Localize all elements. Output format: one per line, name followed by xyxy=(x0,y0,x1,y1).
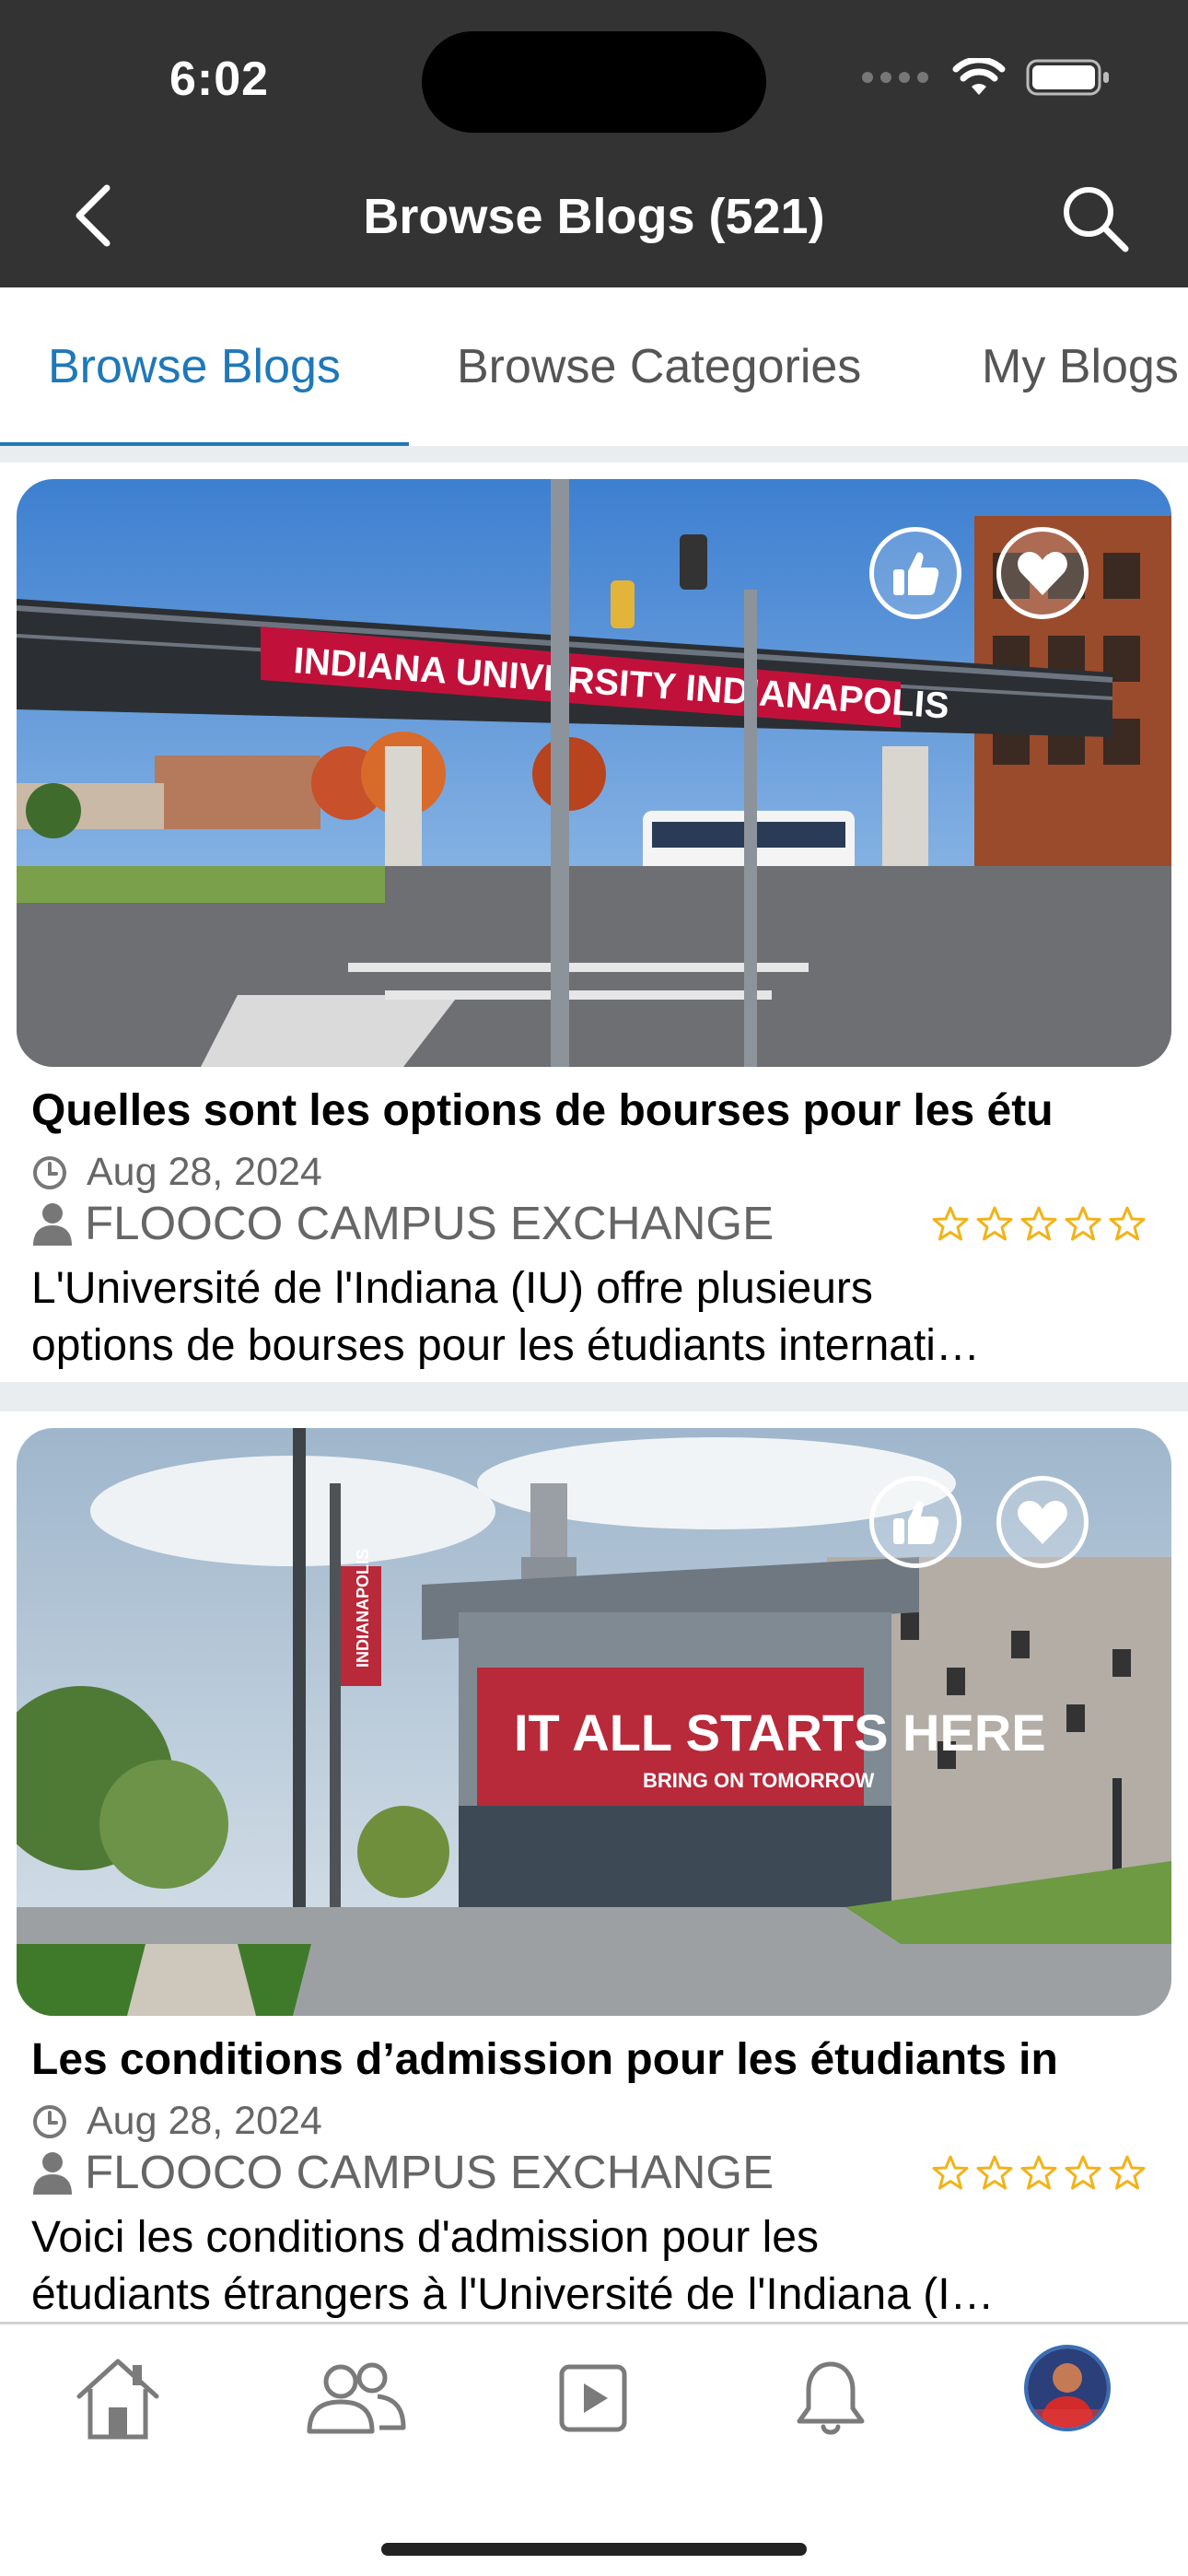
tab-browse-blogs[interactable]: Browse Blogs xyxy=(48,339,341,394)
status-time: 6:02 xyxy=(169,53,270,106)
bell-icon xyxy=(797,2361,865,2435)
star-empty-icon xyxy=(1109,1206,1146,1241)
user-icon xyxy=(33,1202,72,1246)
page-title: Browse Blogs (521) xyxy=(363,189,825,244)
tab-browse-categories[interactable]: Browse Categories xyxy=(457,339,861,394)
star-empty-icon xyxy=(1020,1206,1057,1241)
cellular-signal-icon xyxy=(862,72,928,83)
star-empty-icon xyxy=(1065,1206,1101,1241)
thumbs-up-icon xyxy=(893,1501,939,1544)
star-empty-icon xyxy=(1020,2155,1057,2190)
like-button[interactable] xyxy=(869,1476,961,1568)
thumbs-up-icon xyxy=(893,552,939,595)
search-icon xyxy=(1064,187,1129,252)
blog-date: Aug 28, 2024 xyxy=(31,1150,322,1195)
star-empty-icon xyxy=(1065,2155,1101,2190)
people-icon xyxy=(307,2362,406,2434)
search-button[interactable] xyxy=(1057,181,1131,254)
banner-subtext: BRING ON TOMORROW xyxy=(643,1769,875,1792)
blog-title[interactable]: Quelles sont les options de bourses pour… xyxy=(31,1085,1054,1136)
heart-icon xyxy=(1018,1501,1067,1544)
home-icon xyxy=(76,2359,159,2440)
tab-my-blogs[interactable]: My Blogs xyxy=(982,339,1179,394)
blog-excerpt-line: L'Université de l'Indiana (IU) offre plu… xyxy=(31,1264,873,1313)
blog-cover-image[interactable]: IT ALL STARTS HERE BRING ON TOMORROW IND… xyxy=(17,1428,1171,2016)
blog-cover-image[interactable]: INDIANA UNIVERSITY INDIANAPOLIS xyxy=(17,479,1171,1067)
blog-author-name: FLOOCO CAMPUS EXCHANGE xyxy=(85,2146,775,2198)
battery-icon xyxy=(1026,59,1109,96)
blog-date-text: Aug 28, 2024 xyxy=(87,2099,322,2143)
like-button[interactable] xyxy=(869,527,961,619)
heart-icon xyxy=(1018,552,1067,595)
user-icon xyxy=(33,2151,72,2195)
blog-card[interactable]: IT ALL STARTS HERE BRING ON TOMORROW IND… xyxy=(0,1411,1188,2322)
star-empty-icon xyxy=(976,2155,1013,2190)
nav-home[interactable] xyxy=(63,2343,173,2453)
bottom-tab-bar xyxy=(0,2322,1188,2576)
banner-text: IT ALL STARTS HERE xyxy=(514,1704,1046,1762)
star-empty-icon xyxy=(932,2155,969,2190)
video-icon xyxy=(559,2364,627,2432)
nav-notifications[interactable] xyxy=(775,2343,886,2453)
favorite-button[interactable] xyxy=(996,527,1089,619)
avatar-image xyxy=(1028,2348,1107,2428)
blog-excerpt: Voici les conditions d'admission pour le… xyxy=(31,2209,1155,2322)
clock-icon xyxy=(33,1155,66,1189)
dynamic-island xyxy=(422,31,766,133)
nav-friends[interactable] xyxy=(300,2343,411,2453)
clock-icon xyxy=(33,2104,66,2138)
banner-flag-text: INDIANAPOLIS xyxy=(354,1549,372,1668)
blog-excerpt: L'Université de l'Indiana (IU) offre plu… xyxy=(31,1260,1155,1375)
blog-date-text: Aug 28, 2024 xyxy=(87,1150,322,1194)
status-icons xyxy=(862,57,1111,98)
star-rating xyxy=(932,2154,1146,2191)
wifi-icon xyxy=(952,58,1006,95)
blog-author[interactable]: FLOOCO CAMPUS EXCHANGE xyxy=(31,2145,774,2199)
star-rating xyxy=(932,1205,1146,1242)
tabs-divider xyxy=(0,446,1188,463)
star-empty-icon xyxy=(1109,2155,1146,2190)
star-empty-icon xyxy=(932,1206,969,1241)
card-separator xyxy=(0,1382,1188,1411)
home-indicator xyxy=(381,2543,807,2556)
blog-card[interactable]: INDIANA UNIVERSITY INDIANAPOLIS Quelles … xyxy=(0,463,1188,1384)
profile-avatar[interactable] xyxy=(1024,2345,1111,2431)
nav-videos[interactable] xyxy=(538,2343,648,2453)
star-empty-icon xyxy=(976,1206,1013,1241)
blog-excerpt-line: options de bourses pour les étudiants in… xyxy=(31,1321,980,1370)
blog-title[interactable]: Les conditions d’admission pour les étud… xyxy=(31,2034,1058,2085)
blog-excerpt-line: étudiants étrangers à l'Université de l'… xyxy=(31,2270,995,2319)
tab-bar: Browse Blogs Browse Categories My Blogs xyxy=(0,287,1188,446)
favorite-button[interactable] xyxy=(996,1476,1089,1568)
blog-excerpt-line: Voici les conditions d'admission pour le… xyxy=(31,2213,819,2262)
blog-author[interactable]: FLOOCO CAMPUS EXCHANGE xyxy=(31,1196,774,1250)
blog-author-name: FLOOCO CAMPUS EXCHANGE xyxy=(85,1197,775,1249)
top-bar: 6:02 Browse Blogs (521) xyxy=(0,0,1188,287)
blog-date: Aug 28, 2024 xyxy=(31,2099,322,2144)
